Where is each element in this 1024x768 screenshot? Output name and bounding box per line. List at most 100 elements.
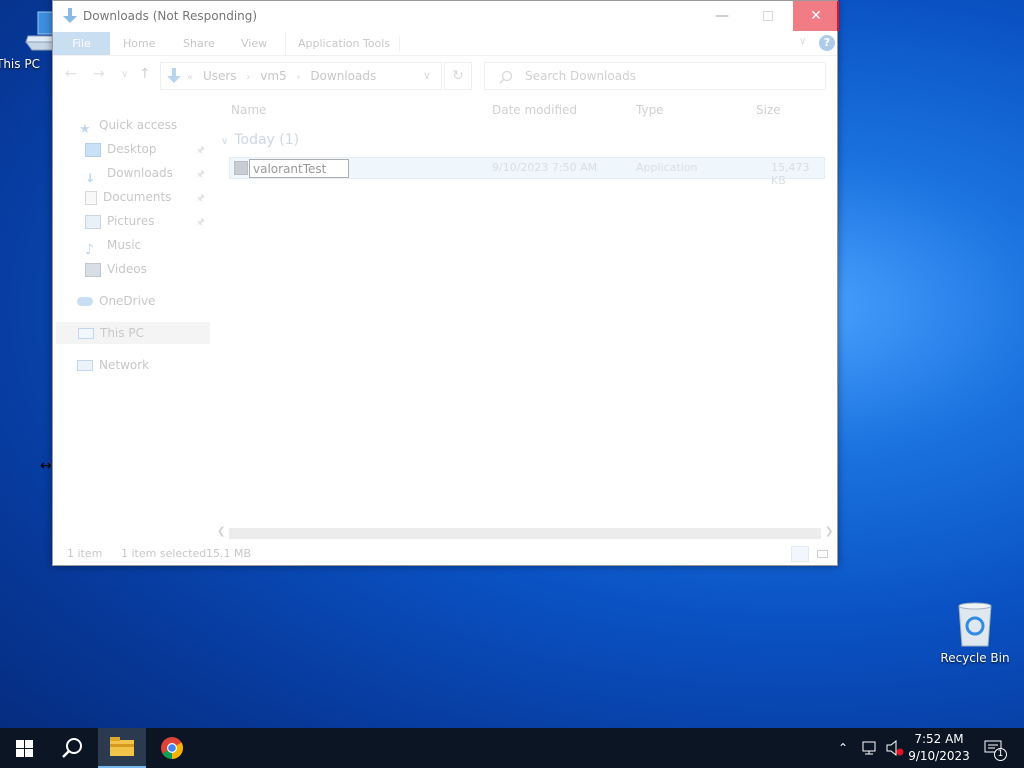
address-dropdown-chevron-icon[interactable]: ∨	[423, 69, 431, 82]
recycle-bin-label: Recycle Bin	[940, 651, 1010, 665]
tab-file[interactable]: File	[53, 32, 110, 55]
sidebar-item-music[interactable]: ♪ Music	[85, 234, 142, 258]
status-size: 15.1 MB	[206, 547, 252, 560]
details-view-button[interactable]	[791, 546, 809, 562]
maximize-icon	[763, 11, 773, 21]
sidebar-item-label: Downloads	[107, 166, 173, 180]
large-icons-view-icon	[817, 550, 828, 558]
recent-locations-chevron-icon[interactable]: ∨	[121, 69, 128, 80]
sidebar-item-this-pc[interactable]: This PC	[56, 322, 210, 344]
clock-time: 7:52 AM	[914, 732, 964, 746]
start-button[interactable]	[0, 728, 48, 768]
search-icon	[499, 70, 513, 87]
recycle-bin-icon	[958, 602, 992, 647]
sidebar-item-downloads[interactable]: ↓ Downloads	[85, 162, 173, 185]
sidebar-item-label: Videos	[107, 262, 147, 276]
search-box[interactable]: Search Downloads	[484, 62, 826, 90]
breadcrumb: « Users › vm5 › Downloads	[187, 69, 382, 83]
table-row[interactable]: 9/10/2023 7:50 AM Application 15,473 KB	[229, 157, 825, 187]
breadcrumb-separator-icon: ›	[246, 72, 251, 83]
file-size: 15,473 KB	[771, 161, 810, 187]
back-arrow-icon[interactable]: ←	[65, 66, 77, 82]
help-icon[interactable]: ?	[819, 35, 835, 51]
pin-icon: 🖈	[196, 193, 206, 204]
sidebar-item-label: Documents	[103, 190, 172, 204]
download-arrow-icon: ↓	[85, 170, 96, 185]
refresh-icon: ↻	[452, 68, 464, 84]
search-icon	[62, 738, 82, 758]
rename-input[interactable]	[249, 159, 349, 178]
taskbar-file-explorer[interactable]	[98, 728, 146, 768]
sidebar-item-label: Desktop	[107, 142, 157, 156]
application-icon	[234, 161, 248, 175]
scroll-left-arrow-icon[interactable]: ❮	[217, 526, 225, 537]
taskbar-chrome[interactable]	[148, 728, 196, 768]
status-bar: 1 item 1 item selected 15.1 MB	[53, 542, 837, 566]
tab-home[interactable]: Home	[111, 32, 167, 55]
action-center-button[interactable]: 1	[984, 728, 1007, 768]
sidebar-item-desktop[interactable]: Desktop	[85, 138, 157, 160]
maximize-button[interactable]	[745, 1, 791, 31]
refresh-button[interactable]: ↻	[444, 62, 472, 90]
column-header-name[interactable]: Name	[231, 103, 266, 117]
ribbon: File Home Share View Application Tools ∨…	[53, 32, 837, 56]
status-selected: 1 item selected	[121, 547, 207, 560]
network-icon	[77, 360, 93, 371]
breadcrumb-downloads[interactable]: Downloads	[310, 69, 376, 83]
desktop-recycle-bin[interactable]: Recycle Bin	[940, 600, 1010, 665]
horizontal-scrollbar[interactable]: ❮ ❯	[215, 525, 837, 542]
column-header-size[interactable]: Size	[756, 103, 781, 117]
file-type: Application	[636, 161, 698, 174]
address-bar[interactable]: « Users › vm5 › Downloads ∨	[160, 62, 442, 90]
taskbar: ⌃ 7:52 AM 9/10/2023 1	[0, 728, 1024, 768]
large-icons-view-button[interactable]	[813, 546, 831, 562]
breadcrumb-users[interactable]: Users	[203, 69, 237, 83]
sidebar-item-pictures[interactable]: Pictures	[85, 210, 155, 232]
tab-share[interactable]: Share	[171, 32, 227, 55]
network-icon[interactable]	[862, 728, 880, 768]
group-header-label: Today (1)	[234, 132, 300, 148]
up-arrow-icon[interactable]: ↑	[139, 66, 151, 82]
sidebar-item-videos[interactable]: Videos	[85, 258, 147, 280]
download-arrow-icon	[63, 8, 77, 27]
taskbar-search-button[interactable]	[48, 728, 96, 768]
picture-icon	[85, 214, 101, 229]
forward-arrow-icon[interactable]: →	[93, 66, 105, 82]
minimize-button[interactable]: —	[699, 1, 745, 31]
tab-application-tools[interactable]: Application Tools	[285, 32, 402, 55]
folder-icon	[110, 737, 134, 756]
explorer-window[interactable]: Downloads (Not Responding) — ✕ File Home…	[52, 0, 839, 566]
column-header-type[interactable]: Type	[636, 103, 664, 117]
windows-logo-icon	[15, 739, 33, 757]
taskbar-clock[interactable]: 7:52 AM 9/10/2023	[906, 731, 972, 765]
close-icon: ✕	[810, 8, 822, 24]
sidebar-item-label: Pictures	[107, 214, 155, 228]
volume-muted-icon[interactable]	[886, 728, 904, 768]
sidebar-item-label: Music	[107, 238, 142, 252]
tab-view[interactable]: View	[229, 32, 279, 55]
ribbon-expand-chevron-icon[interactable]: ∨	[799, 36, 806, 47]
show-hidden-icons-chevron-icon[interactable]: ⌃	[838, 728, 848, 768]
breadcrumb-overflow[interactable]: «	[187, 72, 193, 83]
search-placeholder: Search Downloads	[525, 69, 636, 83]
scroll-right-arrow-icon[interactable]: ❯	[825, 526, 833, 537]
collapse-chevron-icon: ∨	[221, 136, 229, 147]
file-list: Name Date modified Type Size ∨ Today (1) …	[213, 96, 839, 526]
resize-cursor-icon: ↔	[40, 458, 52, 474]
clock-date: 9/10/2023	[908, 749, 970, 763]
title-bar[interactable]: Downloads (Not Responding) — ✕	[53, 1, 839, 32]
close-button[interactable]: ✕	[793, 1, 839, 31]
sidebar-item-quick-access[interactable]: ★ Quick access	[79, 114, 177, 137]
sidebar-item-network[interactable]: Network	[77, 354, 149, 376]
sidebar-item-label: OneDrive	[99, 294, 156, 308]
sidebar-item-documents[interactable]: Documents	[85, 186, 171, 208]
breadcrumb-vm5[interactable]: vm5	[260, 69, 286, 83]
file-date-modified: 9/10/2023 7:50 AM	[492, 161, 598, 174]
scrollbar-thumb[interactable]	[229, 528, 821, 539]
music-note-icon: ♪	[85, 241, 94, 258]
sidebar-item-onedrive[interactable]: OneDrive	[77, 290, 155, 312]
navigation-pane: ★ Quick access Desktop 🖈 ↓ Downloads 🖈 Doc…	[53, 96, 213, 536]
window-title: Downloads (Not Responding)	[83, 9, 258, 23]
group-header-today[interactable]: ∨ Today (1)	[221, 132, 299, 148]
column-header-date-modified[interactable]: Date modified	[492, 103, 577, 117]
